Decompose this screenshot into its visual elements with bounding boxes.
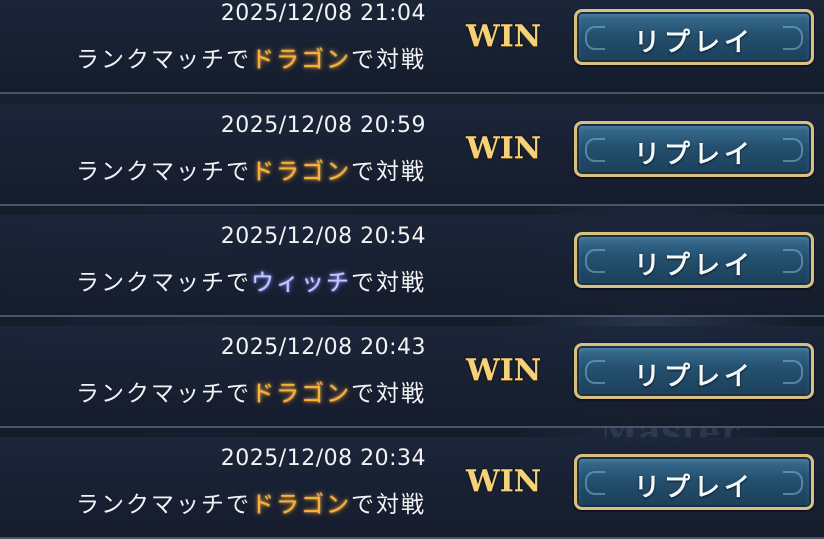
win-badge: WIN bbox=[466, 464, 542, 499]
match-description: ランクマッチでウィッチで対戦 bbox=[76, 263, 426, 297]
match-suffix-text: で対戦 bbox=[351, 492, 426, 518]
match-description: ランクマッチでドラゴンで対戦 bbox=[76, 152, 426, 186]
match-datetime: 2025/12/08 20:43 bbox=[220, 335, 426, 360]
match-mode-text: ランクマッチで bbox=[76, 381, 251, 407]
replay-button[interactable]: リプレイ bbox=[574, 454, 814, 510]
replay-button-label: リプレイ bbox=[633, 362, 754, 392]
match-description: ランクマッチでドラゴンで対戦 bbox=[76, 485, 426, 519]
match-row: 2025/12/08 20:54 ランクマッチでウィッチで対戦 リプレイ bbox=[0, 215, 824, 317]
opponent-class: ドラゴン bbox=[251, 159, 351, 185]
replay-button[interactable]: リプレイ bbox=[574, 343, 814, 399]
match-description: ランクマッチでドラゴンで対戦 bbox=[76, 374, 426, 408]
replay-button[interactable]: リプレイ bbox=[574, 121, 814, 177]
match-row: 2025/12/08 21:04 ランクマッチでドラゴンで対戦 WIN リプレイ bbox=[0, 0, 824, 94]
replay-button-label: リプレイ bbox=[633, 140, 754, 170]
match-row: 2025/12/08 20:34 ランクマッチでドラゴンで対戦 WIN リプレイ bbox=[0, 437, 824, 539]
replay-button[interactable]: リプレイ bbox=[574, 9, 814, 65]
opponent-class: ドラゴン bbox=[251, 492, 351, 518]
opponent-class: ドラゴン bbox=[251, 381, 351, 407]
match-row: 2025/12/08 20:59 ランクマッチでドラゴンで対戦 WIN リプレイ bbox=[0, 104, 824, 206]
replay-button-label: リプレイ bbox=[633, 473, 754, 503]
opponent-class: ウィッチ bbox=[251, 270, 351, 296]
match-mode-text: ランクマッチで bbox=[76, 159, 251, 185]
match-datetime: 2025/12/08 21:04 bbox=[220, 1, 426, 26]
match-row: 2025/12/08 20:43 ランクマッチでドラゴンで対戦 WIN リプレイ bbox=[0, 326, 824, 428]
match-suffix-text: で対戦 bbox=[351, 159, 426, 185]
match-mode-text: ランクマッチで bbox=[76, 270, 251, 296]
match-datetime: 2025/12/08 20:59 bbox=[220, 113, 426, 138]
win-badge: WIN bbox=[466, 19, 542, 54]
match-datetime: 2025/12/08 20:34 bbox=[220, 446, 426, 471]
replay-button[interactable]: リプレイ bbox=[574, 232, 814, 288]
match-mode-text: ランクマッチで bbox=[76, 492, 251, 518]
match-suffix-text: で対戦 bbox=[351, 381, 426, 407]
opponent-class: ドラゴン bbox=[251, 47, 351, 73]
match-suffix-text: で対戦 bbox=[351, 270, 426, 296]
win-badge: WIN bbox=[466, 131, 542, 166]
match-datetime: 2025/12/08 20:54 bbox=[220, 224, 426, 249]
replay-button-label: リプレイ bbox=[633, 251, 754, 281]
match-description: ランクマッチでドラゴンで対戦 bbox=[76, 40, 426, 74]
match-mode-text: ランクマッチで bbox=[76, 47, 251, 73]
match-suffix-text: で対戦 bbox=[351, 47, 426, 73]
replay-button-label: リプレイ bbox=[633, 28, 754, 58]
win-badge: WIN bbox=[466, 353, 542, 388]
